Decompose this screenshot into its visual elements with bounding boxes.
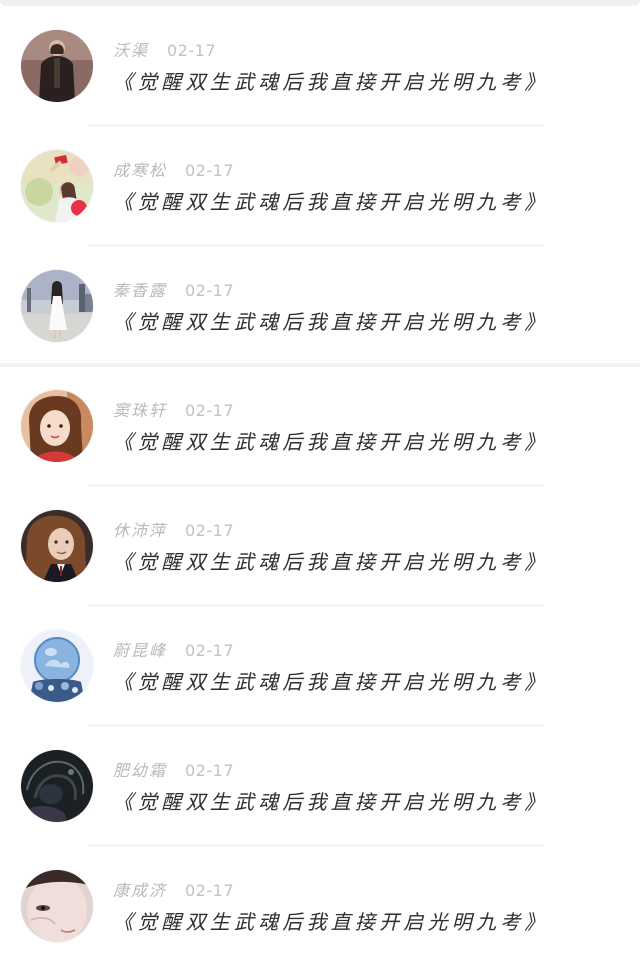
comment-text: 《觉醒双生武魂后我直接开启光明九考》 — [113, 430, 549, 454]
comment-item[interactable]: 成寒松 02-17 《觉醒双生武魂后我直接开启光明九考》 — [0, 120, 640, 246]
comment-text: 《觉醒双生武魂后我直接开启光明九考》 — [113, 190, 549, 214]
username[interactable]: 成寒松 — [113, 161, 167, 180]
avatar-dark-sketch-icon — [21, 750, 93, 822]
comment-text: 《觉醒双生武魂后我直接开启光明九考》 — [113, 70, 549, 94]
comment-text: 《觉醒双生武魂后我直接开启光明九考》 — [113, 790, 549, 814]
comment-meta: 肥幼霜 02-17 — [113, 757, 234, 781]
username[interactable]: 窦珠轩 — [113, 401, 167, 420]
comment-meta: 沃渠 02-17 — [113, 37, 216, 61]
comment-date: 02-17 — [185, 761, 235, 780]
username[interactable]: 康成济 — [113, 881, 167, 900]
user-avatar[interactable] — [21, 750, 93, 822]
comment-text: 《觉醒双生武魂后我直接开启光明九考》 — [113, 310, 549, 334]
comment-meta: 蔚昆峰 02-17 — [113, 637, 234, 661]
comment-item[interactable]: 休沛萍 02-17 《觉醒双生武魂后我直接开启光明九考》 — [0, 480, 640, 606]
user-avatar[interactable] — [21, 30, 93, 102]
user-avatar[interactable] — [21, 150, 93, 222]
comment-date: 02-17 — [185, 881, 235, 900]
username[interactable]: 秦香露 — [113, 281, 167, 300]
comment-date: 02-17 — [185, 641, 235, 660]
avatar-crystal-globe-icon — [21, 630, 93, 702]
comment-item[interactable]: 肥幼霜 02-17 《觉醒双生武魂后我直接开启光明九考》 — [0, 720, 640, 846]
comment-date: 02-17 — [185, 521, 235, 540]
comment-item[interactable]: 秦香露 02-17 《觉醒双生武魂后我直接开启光明九考》 — [0, 240, 640, 360]
comment-page: 沃渠 02-17 《觉醒双生武魂后我直接开启光明九考》 成寒松 02-17 《觉… — [0, 0, 640, 954]
username[interactable]: 沃渠 — [113, 41, 149, 60]
username[interactable]: 蔚昆峰 — [113, 641, 167, 660]
comment-meta: 休沛萍 02-17 — [113, 517, 234, 541]
username[interactable]: 休沛萍 — [113, 521, 167, 540]
avatar-man-dark-jacket-icon — [21, 30, 93, 102]
comment-text: 《觉醒双生武魂后我直接开启光明九考》 — [113, 910, 549, 934]
avatar-girl-flowers-icon — [21, 150, 93, 222]
comment-meta: 窦珠轩 02-17 — [113, 397, 234, 421]
user-avatar[interactable] — [21, 390, 93, 462]
avatar-girl-portrait-icon — [21, 390, 93, 462]
comment-item[interactable]: 窦珠轩 02-17 《觉醒双生武魂后我直接开启光明九考》 — [0, 360, 640, 486]
user-avatar[interactable] — [21, 630, 93, 702]
comment-date: 02-17 — [185, 161, 235, 180]
user-avatar[interactable] — [21, 270, 93, 342]
user-avatar[interactable] — [21, 870, 93, 942]
comment-meta: 康成济 02-17 — [113, 877, 234, 901]
username[interactable]: 肥幼霜 — [113, 761, 167, 780]
comment-text: 《觉醒双生武魂后我直接开启光明九考》 — [113, 670, 549, 694]
comment-meta: 秦香露 02-17 — [113, 277, 234, 301]
comment-item[interactable]: 康成济 02-17 《觉醒双生武魂后我直接开启光明九考》 — [0, 840, 640, 954]
comment-text: 《觉醒双生武魂后我直接开启光明九考》 — [113, 550, 549, 574]
comment-item[interactable]: 蔚昆峰 02-17 《觉醒双生武魂后我直接开启光明九考》 — [0, 600, 640, 726]
user-avatar[interactable] — [21, 510, 93, 582]
comment-meta: 成寒松 02-17 — [113, 157, 234, 181]
avatar-girl-curly-hair-icon — [21, 510, 93, 582]
avatar-face-closeup-icon — [21, 870, 93, 942]
avatar-girl-street-icon — [21, 270, 93, 342]
comment-date: 02-17 — [167, 41, 217, 60]
comment-item[interactable]: 沃渠 02-17 《觉醒双生武魂后我直接开启光明九考》 — [0, 0, 640, 126]
comment-date: 02-17 — [185, 281, 235, 300]
comment-date: 02-17 — [185, 401, 235, 420]
